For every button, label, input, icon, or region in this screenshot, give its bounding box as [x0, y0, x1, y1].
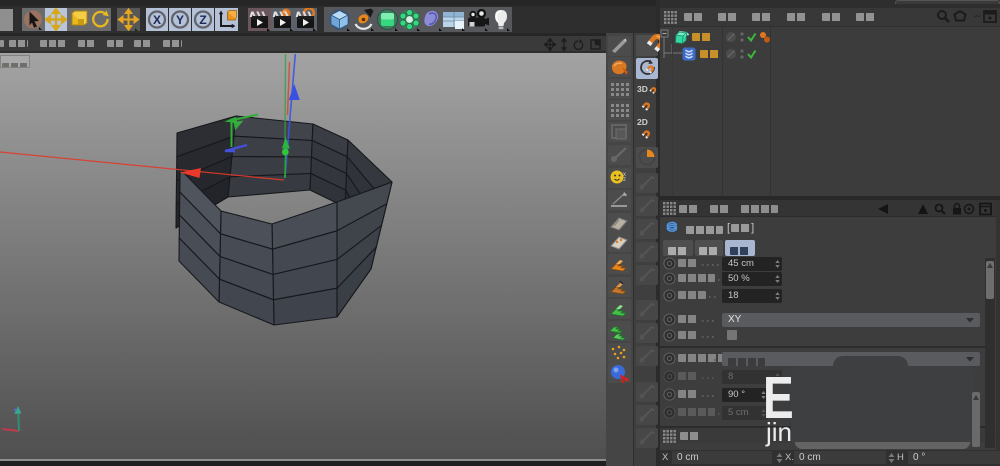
svg-text:z: z	[623, 177, 626, 183]
svg-text:2D: 2D	[637, 117, 648, 127]
svg-text:3D: 3D	[637, 84, 648, 94]
